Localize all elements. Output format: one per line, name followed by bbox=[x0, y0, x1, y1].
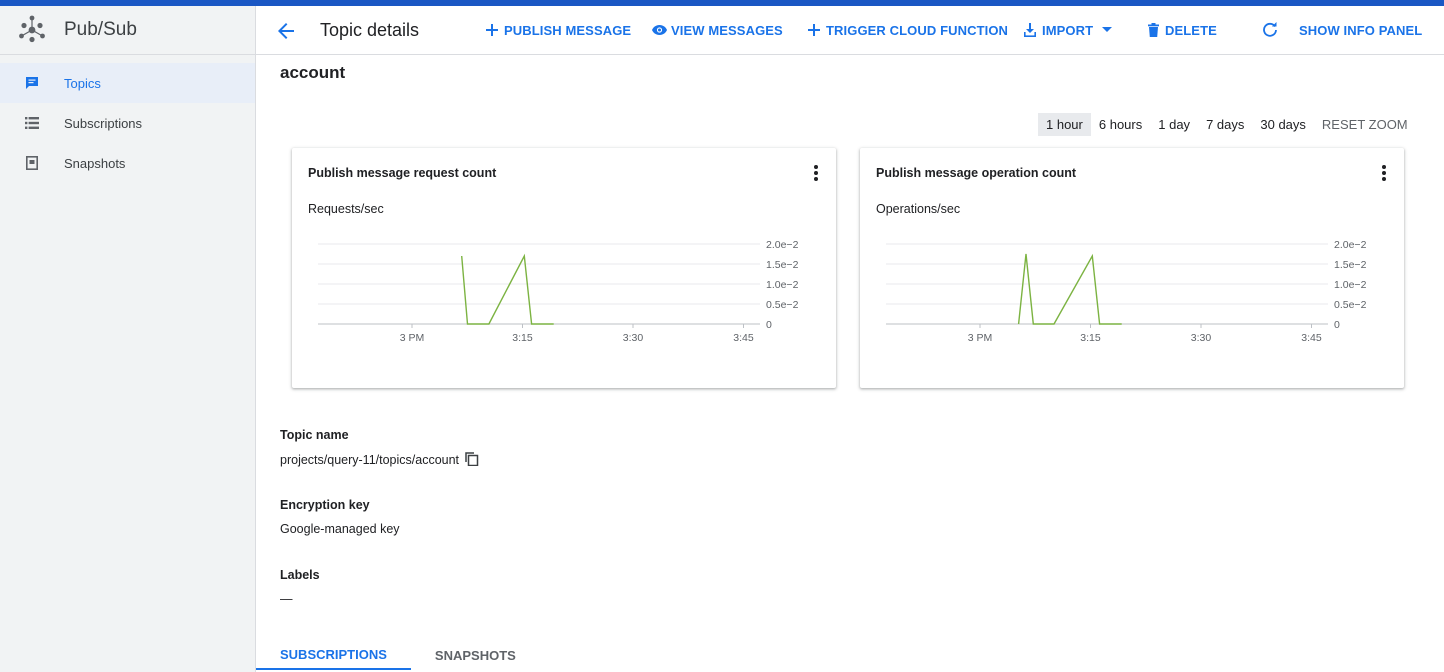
sidebar-item-label: Topics bbox=[64, 75, 101, 91]
x-tick-label: 3:15 bbox=[1080, 332, 1101, 344]
plus-icon bbox=[484, 22, 500, 38]
labels-label: Labels bbox=[280, 568, 320, 582]
sidebar: Pub/Sub Topics Subscriptions Snapshots bbox=[0, 6, 256, 672]
chart-title: Publish message request count bbox=[308, 166, 497, 180]
main-content: Topic details PUBLISH MESSAGE VIEW MESSA… bbox=[256, 6, 1444, 672]
range-1-hour[interactable]: 1 hour bbox=[1038, 112, 1091, 136]
brand: Pub/Sub bbox=[0, 6, 255, 55]
app-name: Pub/Sub bbox=[64, 19, 137, 40]
y-tick-label: 0 bbox=[766, 319, 772, 331]
x-tick-label: 3:15 bbox=[512, 332, 533, 344]
series-line bbox=[461, 253, 554, 325]
show-info-panel-button[interactable]: SHOW INFO PANEL bbox=[1299, 21, 1422, 39]
sidebar-nav: Topics Subscriptions Snapshots bbox=[0, 55, 255, 183]
y-tick-label: 1.5e−2 bbox=[1334, 259, 1367, 271]
sidebar-item-snapshots[interactable]: Snapshots bbox=[0, 143, 255, 183]
line-chart: 2.0e−2 1.5e−2 1.0e−2 0.5e−2 0 3 PM 3:15 3:30 3:4… bbox=[318, 239, 799, 344]
chart-y-label: Operations/sec bbox=[876, 202, 961, 216]
trash-icon bbox=[1145, 22, 1161, 38]
reset-zoom-button[interactable]: RESET ZOOM bbox=[1314, 113, 1416, 136]
refresh-icon bbox=[1262, 22, 1278, 38]
pubsub-logo-icon bbox=[16, 14, 48, 46]
more-vert-icon[interactable] bbox=[812, 164, 820, 182]
page-title: Topic details bbox=[320, 20, 420, 40]
detail-tabs: SUBSCRIPTIONS SNAPSHOTS bbox=[256, 640, 540, 670]
caret-down-icon bbox=[1099, 22, 1115, 38]
eye-icon bbox=[651, 22, 667, 38]
copy-icon[interactable] bbox=[465, 452, 479, 467]
y-tick-label: 1.0e−2 bbox=[1334, 279, 1367, 291]
y-tick-label: 0.5e−2 bbox=[1334, 299, 1367, 311]
show-info-panel-label: SHOW INFO PANEL bbox=[1299, 22, 1423, 38]
y-tick-label: 1.0e−2 bbox=[766, 279, 799, 291]
x-tick-label: 3 PM bbox=[968, 332, 993, 344]
chart-title: Publish message operation count bbox=[876, 166, 1077, 180]
chart-card-request-count: Publish message request count Requests/s… bbox=[292, 148, 836, 388]
delete-button[interactable]: DELETE bbox=[1145, 21, 1217, 39]
sidebar-item-label: Subscriptions bbox=[64, 115, 143, 131]
page-header: Topic details PUBLISH MESSAGE VIEW MESSA… bbox=[256, 6, 1444, 55]
more-vert-icon[interactable] bbox=[1380, 164, 1388, 182]
publish-message-button[interactable]: PUBLISH MESSAGE bbox=[484, 21, 631, 39]
x-tick-label: 3 PM bbox=[400, 332, 425, 344]
snapshot-icon bbox=[24, 155, 40, 171]
line-chart: 2.0e−2 1.5e−2 1.0e−2 0.5e−2 0 3 PM 3:15 3:30 3:4… bbox=[886, 239, 1367, 344]
sidebar-item-topics[interactable]: Topics bbox=[0, 63, 255, 103]
back-arrow-icon[interactable] bbox=[274, 19, 298, 43]
import-icon bbox=[1022, 22, 1038, 38]
view-messages-button[interactable]: VIEW MESSAGES bbox=[651, 21, 783, 39]
y-tick-label: 0 bbox=[1334, 319, 1340, 331]
y-tick-label: 2.0e−2 bbox=[766, 239, 799, 251]
y-tick-label: 0.5e−2 bbox=[766, 299, 799, 311]
topic-name-value-row: projects/query-11/topics/account bbox=[280, 452, 479, 467]
import-button[interactable]: IMPORT bbox=[1022, 21, 1115, 39]
trigger-cloud-function-button[interactable]: TRIGGER CLOUD FUNCTION bbox=[806, 21, 1008, 39]
range-30-days[interactable]: 30 days bbox=[1252, 113, 1314, 136]
x-tick-label: 3:45 bbox=[733, 332, 754, 344]
chart-y-label: Requests/sec bbox=[308, 202, 384, 216]
topic-name-value: projects/query-11/topics/account bbox=[280, 453, 460, 467]
topic-heading: account bbox=[280, 63, 346, 82]
x-tick-label: 3:30 bbox=[623, 332, 644, 344]
scrollbar[interactable] bbox=[1432, 56, 1440, 666]
refresh-button[interactable] bbox=[1262, 21, 1282, 39]
range-1-day[interactable]: 1 day bbox=[1150, 113, 1198, 136]
time-range-selector: 1 hour 6 hours 1 day 7 days 30 days RESE… bbox=[1038, 112, 1416, 136]
sidebar-item-subscriptions[interactable]: Subscriptions bbox=[0, 103, 255, 143]
encryption-key-value: Google-managed key bbox=[280, 522, 400, 536]
import-label: IMPORT bbox=[1042, 22, 1094, 38]
range-6-hours[interactable]: 6 hours bbox=[1091, 113, 1150, 136]
tab-subscriptions[interactable]: SUBSCRIPTIONS bbox=[256, 640, 411, 670]
chart-card-operation-count: Publish message operation count Operatio… bbox=[860, 148, 1404, 388]
y-tick-label: 2.0e−2 bbox=[1334, 239, 1367, 251]
message-icon bbox=[24, 75, 40, 91]
x-tick-label: 3:30 bbox=[1191, 332, 1212, 344]
view-messages-label: VIEW MESSAGES bbox=[671, 22, 783, 38]
range-7-days[interactable]: 7 days bbox=[1198, 113, 1252, 136]
tab-snapshots[interactable]: SNAPSHOTS bbox=[411, 640, 540, 670]
x-tick-label: 3:45 bbox=[1301, 332, 1322, 344]
y-tick-label: 1.5e−2 bbox=[766, 259, 799, 271]
list-icon bbox=[24, 115, 40, 131]
delete-label: DELETE bbox=[1165, 22, 1217, 38]
encryption-key-label: Encryption key bbox=[280, 498, 370, 512]
sidebar-item-label: Snapshots bbox=[64, 155, 126, 171]
plus-icon bbox=[806, 22, 822, 38]
labels-value: — bbox=[280, 592, 293, 606]
topic-name-label: Topic name bbox=[280, 428, 349, 442]
publish-message-label: PUBLISH MESSAGE bbox=[504, 22, 632, 38]
trigger-cloud-function-label: TRIGGER CLOUD FUNCTION bbox=[826, 22, 1009, 38]
